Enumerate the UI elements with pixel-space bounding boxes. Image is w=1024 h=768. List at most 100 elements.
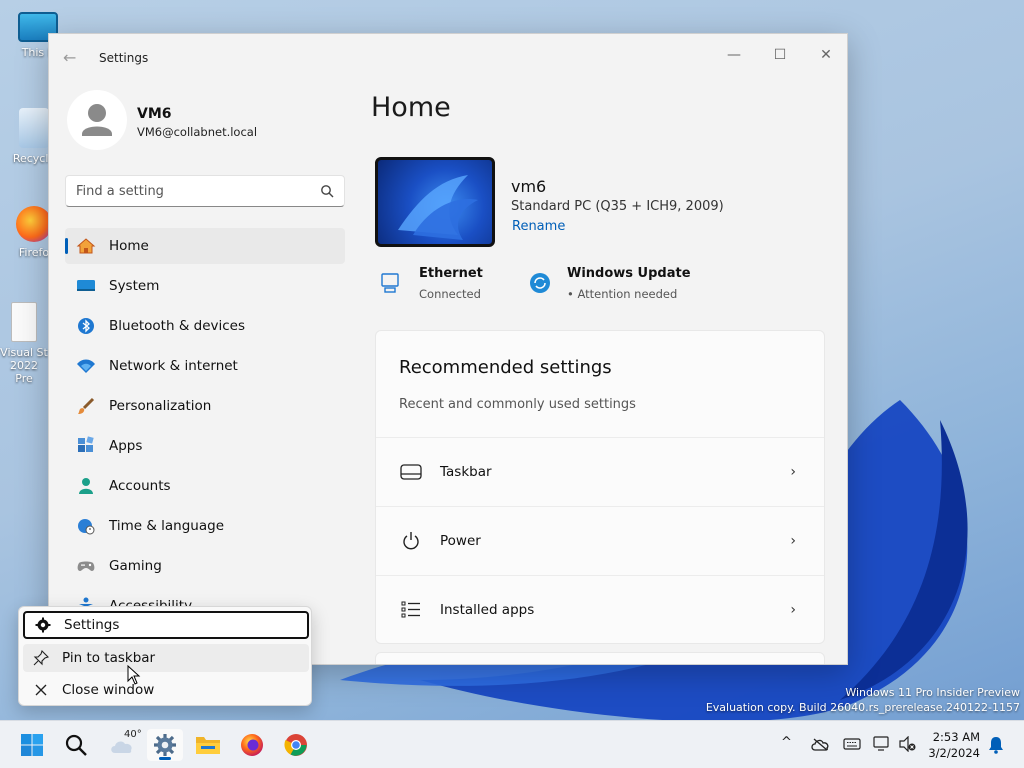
- taskbar-chrome[interactable]: [278, 729, 314, 761]
- windows-logo-icon: [21, 734, 43, 756]
- rename-link[interactable]: Rename: [512, 219, 565, 234]
- recommended-row-power[interactable]: Power ›: [376, 506, 824, 575]
- taskbar-icon: [400, 464, 422, 480]
- jumplist-pin-to-taskbar[interactable]: Pin to taskbar: [23, 644, 309, 672]
- desktop-icon-visual-studio[interactable]: Visual St 2022 Pre: [0, 302, 48, 385]
- sidebar-item-label: Gaming: [109, 558, 162, 574]
- sidebar-item-label: System: [109, 278, 160, 294]
- person-icon: [82, 104, 112, 136]
- jumplist-label: Pin to taskbar: [62, 650, 156, 666]
- volume-muted-icon[interactable]: [899, 736, 917, 752]
- onedrive-icon[interactable]: [811, 737, 829, 751]
- sidebar-item-time-language[interactable]: Time & language: [65, 508, 345, 544]
- close-button[interactable]: ✕: [803, 40, 847, 70]
- watermark: Windows 11 Pro Insider Preview Evaluatio…: [706, 685, 1020, 715]
- maximize-button[interactable]: ☐: [757, 40, 803, 70]
- power-icon: [400, 531, 422, 551]
- notification-bell-icon[interactable]: [988, 736, 1004, 754]
- row-label: Installed apps: [440, 602, 535, 618]
- recommended-row-taskbar[interactable]: Taskbar ›: [376, 437, 824, 506]
- globe-clock-icon: [75, 515, 97, 537]
- person-icon: [75, 475, 97, 497]
- search-input[interactable]: Find a setting: [65, 175, 345, 207]
- taskbar-jump-list: Settings Pin to taskbar Close window: [18, 606, 312, 706]
- window-title: Settings: [99, 51, 149, 65]
- back-arrow-icon[interactable]: ←: [63, 48, 76, 67]
- sidebar-item-network[interactable]: Network & internet: [65, 348, 345, 384]
- gear-icon: [34, 617, 52, 633]
- sidebar-item-system[interactable]: System: [65, 268, 345, 304]
- chevron-right-icon: ›: [790, 602, 796, 618]
- status-sub: • Attention needed: [567, 287, 678, 301]
- taskbar: 40° ^ 2:53 AM 3/2/2024: [0, 720, 1024, 768]
- page-title: Home: [371, 92, 451, 123]
- card-title: Recommended settings: [399, 357, 612, 378]
- recycle-bin-icon: [19, 108, 49, 148]
- jumplist-label: Settings: [64, 617, 120, 633]
- device-image: [375, 157, 495, 247]
- system-clock[interactable]: 2:53 AM 3/2/2024: [928, 729, 980, 761]
- sidebar-item-apps[interactable]: Apps: [65, 428, 345, 464]
- profile-name: VM6: [137, 106, 172, 122]
- close-icon: [32, 683, 50, 697]
- sidebar-item-label: Bluetooth & devices: [109, 318, 246, 334]
- sync-icon: [530, 273, 550, 293]
- list-icon: [400, 601, 422, 619]
- avatar[interactable]: [67, 90, 127, 150]
- sidebar-item-label: Personalization: [109, 398, 212, 414]
- sidebar-item-accounts[interactable]: Accounts: [65, 468, 345, 504]
- recommended-row-installed-apps[interactable]: Installed apps ›: [376, 575, 824, 643]
- sidebar-item-label: Home: [109, 238, 149, 254]
- search-placeholder: Find a setting: [76, 183, 164, 199]
- weather-temp: 40°: [124, 729, 142, 740]
- minimize-button[interactable]: —: [711, 40, 757, 70]
- device-name: vm6: [511, 177, 547, 196]
- row-label: Taskbar: [440, 464, 492, 480]
- sidebar-nav: Home System Bluetooth & devices Network …: [65, 228, 345, 628]
- file-icon: [11, 302, 37, 342]
- search-icon: [65, 734, 87, 756]
- wallpaper-thumbnail: [398, 175, 478, 240]
- next-card: [375, 652, 825, 664]
- keyboard-icon[interactable]: [843, 738, 861, 750]
- profile-email: VM6@collabnet.local: [137, 125, 258, 139]
- pin-icon: [32, 650, 50, 666]
- sidebar-item-home[interactable]: Home: [65, 228, 345, 264]
- taskbar-file-explorer[interactable]: [190, 729, 226, 761]
- desktop-icon-label: Visual St 2022 Pre: [0, 346, 48, 385]
- jumplist-settings[interactable]: Settings: [23, 611, 309, 639]
- clock-time: 2:53 AM: [932, 730, 980, 744]
- gamepad-icon: [75, 555, 97, 577]
- clock-date: 3/2/2024: [928, 746, 980, 760]
- start-button[interactable]: [14, 729, 50, 761]
- weather-widget[interactable]: 40°: [102, 729, 142, 761]
- ethernet-icon: [381, 273, 399, 293]
- bluetooth-icon: [75, 315, 97, 337]
- jumplist-close-window[interactable]: Close window: [23, 676, 309, 704]
- row-label: Power: [440, 533, 481, 549]
- search-button[interactable]: [58, 729, 94, 761]
- taskbar-firefox[interactable]: [234, 729, 270, 761]
- wifi-icon: [75, 355, 97, 377]
- gear-icon: [154, 734, 176, 756]
- network-icon[interactable]: [873, 736, 891, 752]
- sidebar-item-gaming[interactable]: Gaming: [65, 548, 345, 584]
- chevron-right-icon: ›: [790, 464, 796, 480]
- apps-icon: [75, 435, 97, 457]
- sidebar-item-personalization[interactable]: Personalization: [65, 388, 345, 424]
- sidebar-item-label: Apps: [109, 438, 143, 454]
- sidebar-item-bluetooth[interactable]: Bluetooth & devices: [65, 308, 345, 344]
- home-icon: [75, 235, 97, 257]
- taskbar-settings-app[interactable]: [147, 729, 183, 761]
- status-title: Windows Update: [567, 266, 691, 281]
- folder-icon: [196, 737, 220, 754]
- title-bar[interactable]: ← Settings — ☐ ✕: [49, 34, 847, 82]
- desktop-icon-label: Firefo: [18, 246, 50, 259]
- firefox-icon: [241, 734, 263, 756]
- card-subtitle: Recent and commonly used settings: [399, 397, 636, 412]
- ethernet-status[interactable]: Ethernet Connected: [379, 266, 483, 301]
- tray-overflow-chevron[interactable]: ^: [781, 735, 792, 750]
- search-icon: [321, 185, 334, 198]
- sidebar-item-label: Time & language: [109, 518, 225, 534]
- windows-update-status[interactable]: Windows Update • Attention needed: [529, 266, 691, 301]
